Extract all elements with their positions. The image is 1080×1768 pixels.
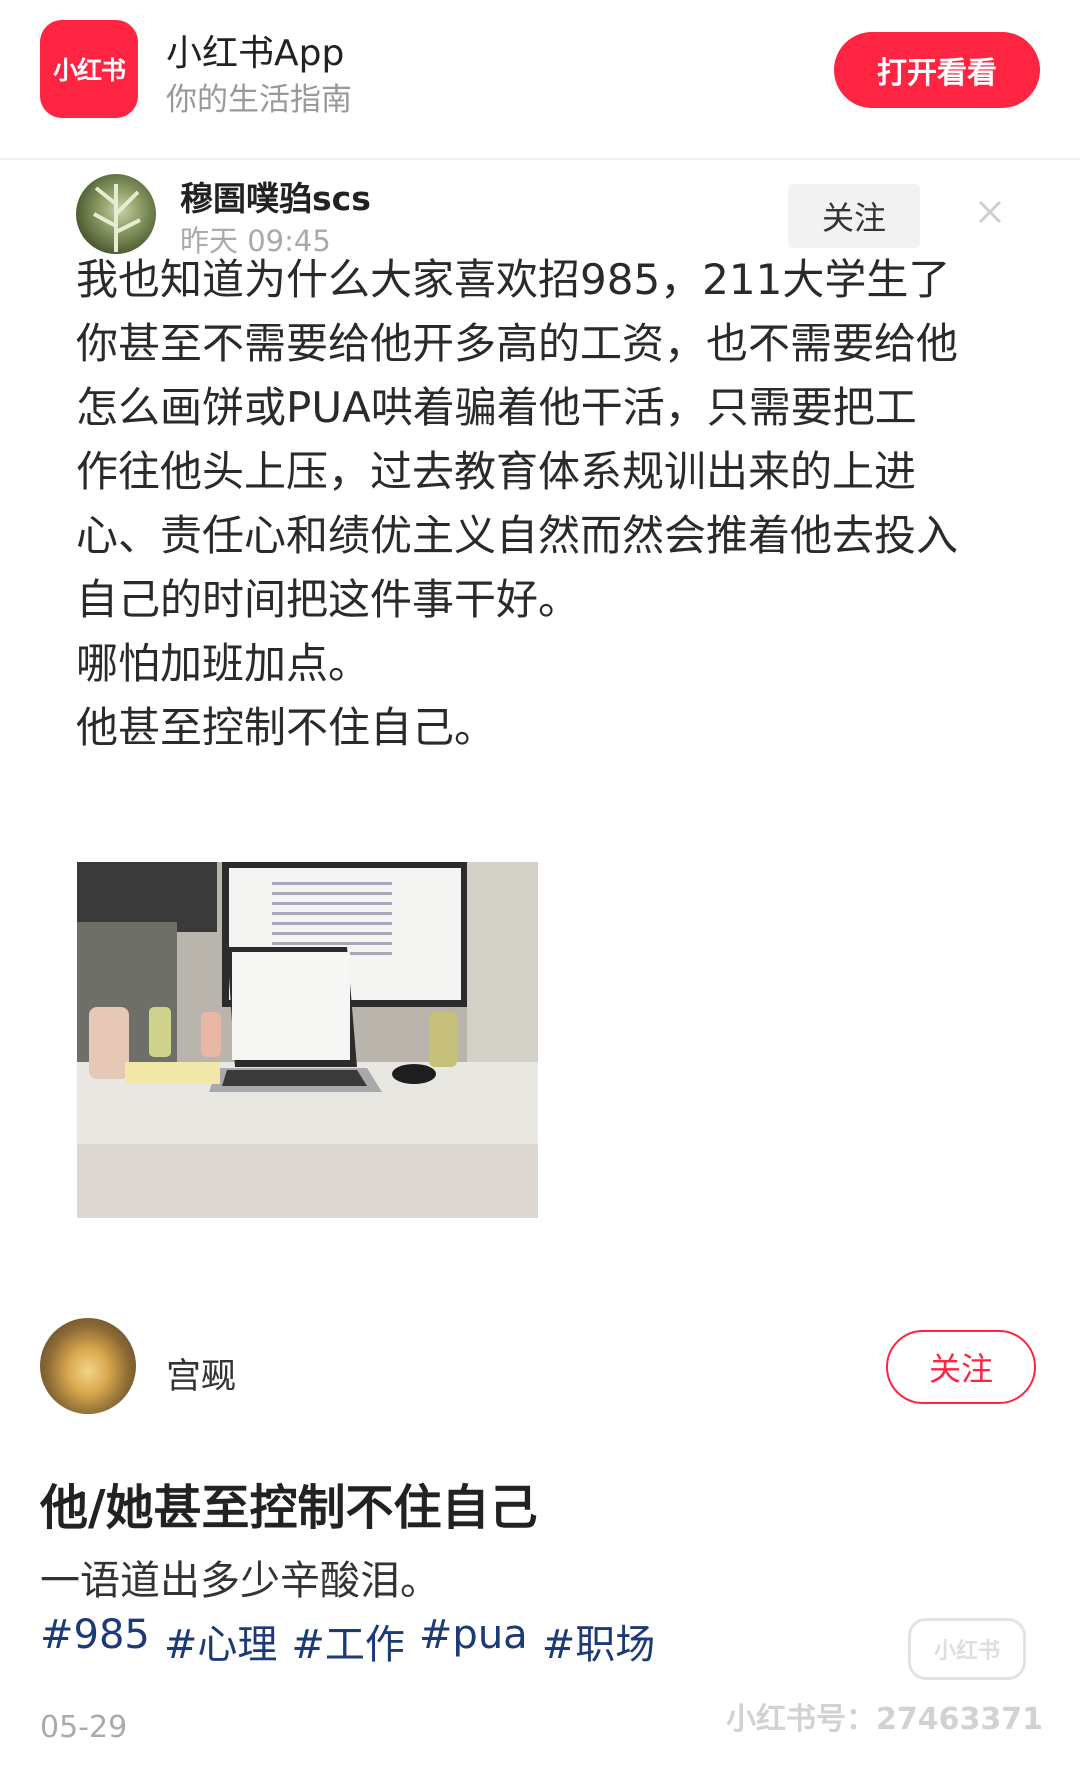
tag-link[interactable]: #985: [40, 1612, 150, 1670]
text-line: 怎么画饼或PUA哄着骗着他干活，只需要把工: [76, 383, 917, 432]
embedded-post-text: 我也知道为什么大家喜欢招985，211大学生了 你甚至不需要给他开多高的工资，也…: [76, 248, 1066, 760]
text-line: 心、责任心和绩优主义自然而然会推着他去投入: [76, 511, 959, 560]
text-line: 你甚至不需要给他开多高的工资，也不需要给他: [76, 319, 959, 368]
text-line: 自己的时间把这件事干好。: [76, 575, 581, 624]
author-name[interactable]: 宫觋: [166, 1348, 236, 1399]
tag-list: #985 #心理 #工作 #pua #职场: [40, 1612, 655, 1670]
text-line: 他甚至控制不住自己。: [76, 703, 497, 752]
desk-photo: [77, 862, 538, 1218]
watermark-logo: 小红书: [908, 1618, 1026, 1680]
embedded-avatar: [76, 174, 156, 254]
app-slogan: 你的生活指南: [166, 82, 352, 118]
text-line: 我也知道为什么大家喜欢招985，211大学生了: [76, 255, 951, 304]
close-icon: [978, 200, 1002, 224]
embedded-follow-button: 关注: [788, 184, 920, 248]
author-avatar[interactable]: [40, 1318, 136, 1414]
open-app-button[interactable]: 打开看看: [834, 32, 1040, 108]
app-download-banner: 小红书 小红书App 你的生活指南 打开看看: [0, 0, 1080, 160]
tag-link[interactable]: #pua: [419, 1612, 528, 1670]
watermark-id: 小红书号：27463371: [726, 1702, 1043, 1737]
tag-link[interactable]: #工作: [291, 1612, 405, 1670]
tag-link[interactable]: #职场: [542, 1612, 656, 1670]
post-description: 一语道出多少辛酸泪。: [40, 1558, 440, 1604]
app-name: 小红书App: [166, 33, 345, 74]
text-line: 哪怕加班加点。: [76, 639, 371, 688]
embedded-username: 穆圄噗驺scs: [180, 179, 371, 218]
embedded-post-image[interactable]: 穆圄噗驺scs 昨天 09:45 关注 我也知道为什么大家喜欢招985，211大…: [40, 162, 1080, 1232]
follow-button[interactable]: 关注: [886, 1330, 1036, 1404]
post-title: 他/她甚至控制不住自己: [40, 1480, 538, 1536]
text-line: 作往他头上压，过去教育体系规训出来的上进: [76, 447, 917, 496]
tag-link[interactable]: #心理: [164, 1612, 278, 1670]
app-logo[interactable]: 小红书: [40, 20, 138, 118]
post-date: 05-29: [40, 1710, 128, 1745]
